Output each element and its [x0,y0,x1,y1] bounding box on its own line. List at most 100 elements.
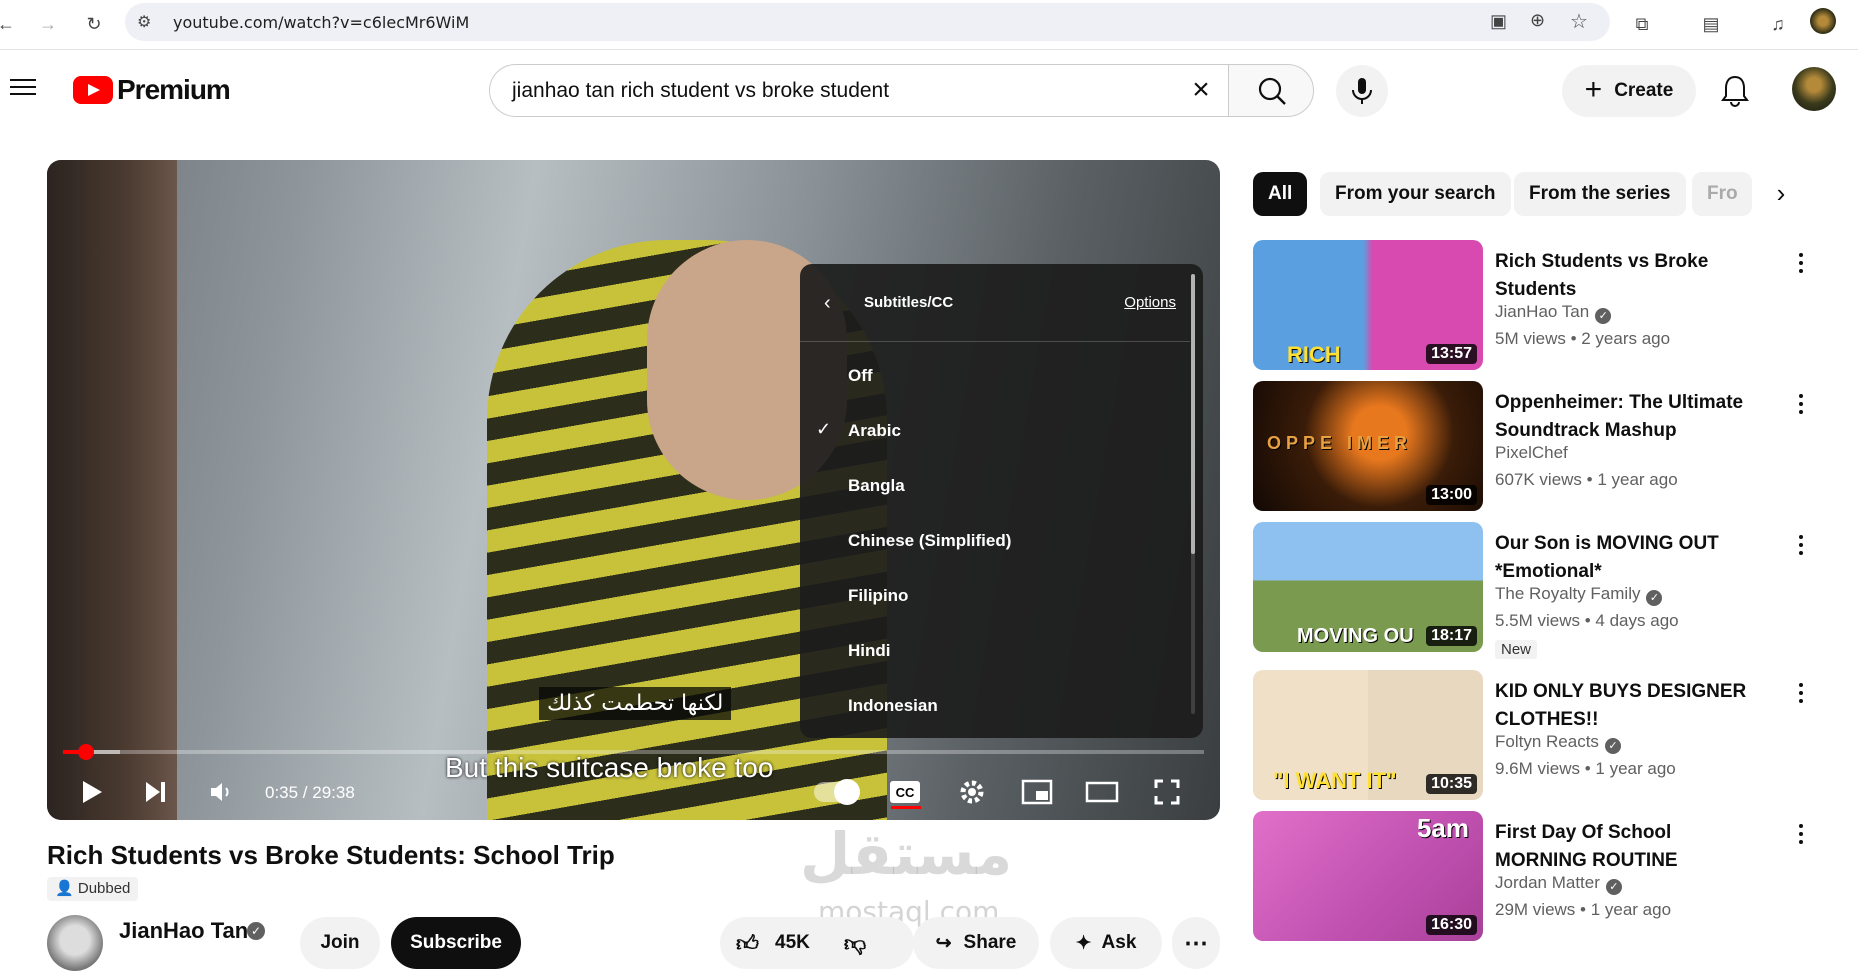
site-settings-icon[interactable]: ⚙ [137,12,151,32]
recommendation-channel[interactable]: Jordan Matter ✓ [1495,873,1622,895]
profile-icon[interactable] [1810,8,1836,34]
recommendation-channel[interactable]: The Royalty Family ✓ [1495,584,1663,606]
chevron-right-icon[interactable]: › [1765,178,1797,210]
back-icon[interactable]: ← [0,10,20,38]
video-thumbnail[interactable]: RICH 13:57 [1253,240,1483,370]
subtitle-option[interactable]: Hindi [800,623,1190,678]
more-options-icon[interactable] [1789,678,1813,708]
recommendation-meta: 5.5M views • 4 days ago [1495,611,1679,630]
video-duration: 10:35 [1426,774,1477,794]
video-frame-person-left [47,160,177,820]
chip-from-your-search[interactable]: From your search [1320,172,1511,216]
video-player[interactable]: لكنها تحطمت كذلك But this suitcase broke… [47,160,1220,820]
subscribe-button[interactable]: Subscribe [391,917,521,969]
time-display: 0:35 / 29:38 [265,783,355,802]
youtube-logo[interactable]: Premium [73,74,231,106]
recommendation-meta: 5M views • 2 years ago [1495,329,1671,348]
back-chevron-icon[interactable]: ‹ [824,292,831,315]
recommendation-title[interactable]: Rich Students vs Broke Students [1495,248,1765,304]
miniplayer-button[interactable] [1017,772,1057,812]
progress-scrubber[interactable] [77,744,94,760]
progress-bar[interactable] [63,744,1204,760]
channel-avatar[interactable] [47,915,103,971]
play-button[interactable] [71,772,111,812]
more-options-icon[interactable] [1789,819,1813,849]
subtitles-options-link[interactable]: Options [1124,294,1176,311]
recommendation-title[interactable]: Our Son is MOVING OUT *Emotional* [1495,530,1765,586]
extensions-icon[interactable]: ⧉ [1628,10,1656,38]
fullscreen-button[interactable] [1147,772,1187,812]
next-icon [146,782,165,802]
subtitle-option[interactable]: ✓ Arabic [800,403,1190,458]
ask-button[interactable]: ✦ Ask [1050,917,1162,969]
verified-icon: ✓ [1646,590,1663,606]
chip-truncated[interactable]: Fro [1692,172,1752,216]
recommendation-title[interactable]: First Day Of School MORNING ROUTINE [1495,819,1765,875]
recommendation-title[interactable]: Oppenheimer: The Ultimate Soundtrack Mas… [1495,389,1765,445]
more-options-icon[interactable] [1789,530,1813,560]
settings-button[interactable] [952,772,992,812]
video-thumbnail[interactable]: 5am 16:30 [1253,811,1483,941]
forward-icon[interactable]: → [34,10,62,38]
share-button[interactable]: ↪ Share [913,917,1039,969]
media-controls-icon[interactable]: ♫ [1764,10,1792,38]
subtitle-option[interactable]: Chinese (Simplified) [800,513,1190,568]
like-icon[interactable]: 👍︎ [736,930,759,957]
video-thumbnail[interactable]: MOVING OU 18:17 [1253,522,1483,652]
video-thumbnail[interactable]: OPPE IMER 13:00 [1253,381,1483,511]
recommendation-item[interactable]: "I WANT IT" 10:35 KID ONLY BUYS DESIGNER… [1253,670,1823,800]
new-badge: New [1495,640,1538,659]
video-thumbnail[interactable]: "I WANT IT" 10:35 [1253,670,1483,800]
channel-name[interactable]: JianHao Tan [119,918,248,944]
recommendation-channel[interactable]: Foltyn Reacts ✓ [1495,732,1621,754]
url-text[interactable]: youtube.com/watch?v=c6lecMr6WiM [173,13,469,32]
bookmark-star-icon[interactable]: ☆ [1570,9,1588,34]
recommendation-item[interactable]: RICH 13:57 Rich Students vs Broke Studen… [1253,240,1823,370]
account-avatar[interactable] [1792,67,1836,111]
more-options-icon[interactable] [1789,248,1813,278]
address-bar[interactable]: ⚙ youtube.com/watch?v=c6lecMr6WiM ▣ ⊕ ☆ [125,3,1610,41]
volume-button[interactable] [201,772,241,812]
voice-search-button[interactable] [1336,65,1388,117]
reload-icon[interactable]: ↻ [80,10,108,38]
subtitle-option[interactable]: Bangla [800,458,1190,513]
subtitles-menu-scrollbar[interactable] [1191,274,1195,714]
scrollbar-thumb[interactable] [1191,274,1195,554]
search-input[interactable]: jianhao tan rich student vs broke studen… [489,64,1228,117]
recommendation-item[interactable]: OPPE IMER 13:00 Oppenheimer: The Ultimat… [1253,381,1823,511]
chip-all[interactable]: All [1253,172,1308,216]
dubbed-badge: 👤 Dubbed [47,877,139,901]
recommendation-channel[interactable]: JianHao Tan ✓ [1495,302,1612,324]
theater-mode-button[interactable] [1082,772,1122,812]
video-duration: 13:57 [1426,344,1477,364]
thumbnail-text: OPPE IMER [1267,433,1413,453]
thumbnail-text: RICH [1287,342,1341,367]
subtitles-menu-header: ‹ Subtitles/CC Options [800,264,1190,342]
subtitle-arabic: لكنها تحطمت كذلك [539,687,732,720]
search-button[interactable] [1228,64,1314,117]
dislike-icon[interactable]: 👎︎ [844,930,866,957]
next-button[interactable] [135,772,175,812]
verified-icon: ✓ [1604,738,1621,754]
subtitle-option[interactable]: Filipino [800,568,1190,623]
recommendation-channel[interactable]: PixelChef [1495,443,1568,463]
zoom-icon[interactable]: ⊕ [1530,10,1545,31]
more-actions-button[interactable]: ⋯ [1172,917,1220,969]
menu-icon[interactable] [10,74,40,104]
search-query[interactable]: jianhao tan rich student vs broke studen… [512,79,889,103]
search-tabs-icon[interactable]: ▤ [1697,10,1725,38]
subtitle-option[interactable]: Off [800,348,1190,403]
recommendation-title[interactable]: KID ONLY BUYS DESIGNER CLOTHES!! [1495,678,1765,734]
recommendation-item[interactable]: 5am 16:30 First Day Of School MORNING RO… [1253,811,1823,941]
channel-name-text: PixelChef [1495,443,1568,462]
join-button[interactable]: Join [300,917,380,969]
recommendation-item[interactable]: MOVING OU 18:17 Our Son is MOVING OUT *E… [1253,522,1823,659]
subtitle-option[interactable]: Indonesian [800,678,1190,733]
install-app-icon[interactable]: ▣ [1490,11,1507,32]
create-button[interactable]: + Create [1562,65,1696,117]
autoplay-toggle[interactable] [814,779,860,805]
more-options-icon[interactable] [1789,389,1813,419]
notifications-button[interactable] [1718,72,1752,108]
clear-search-icon[interactable]: × [1186,75,1216,107]
chip-from-the-series[interactable]: From the series [1514,172,1686,216]
